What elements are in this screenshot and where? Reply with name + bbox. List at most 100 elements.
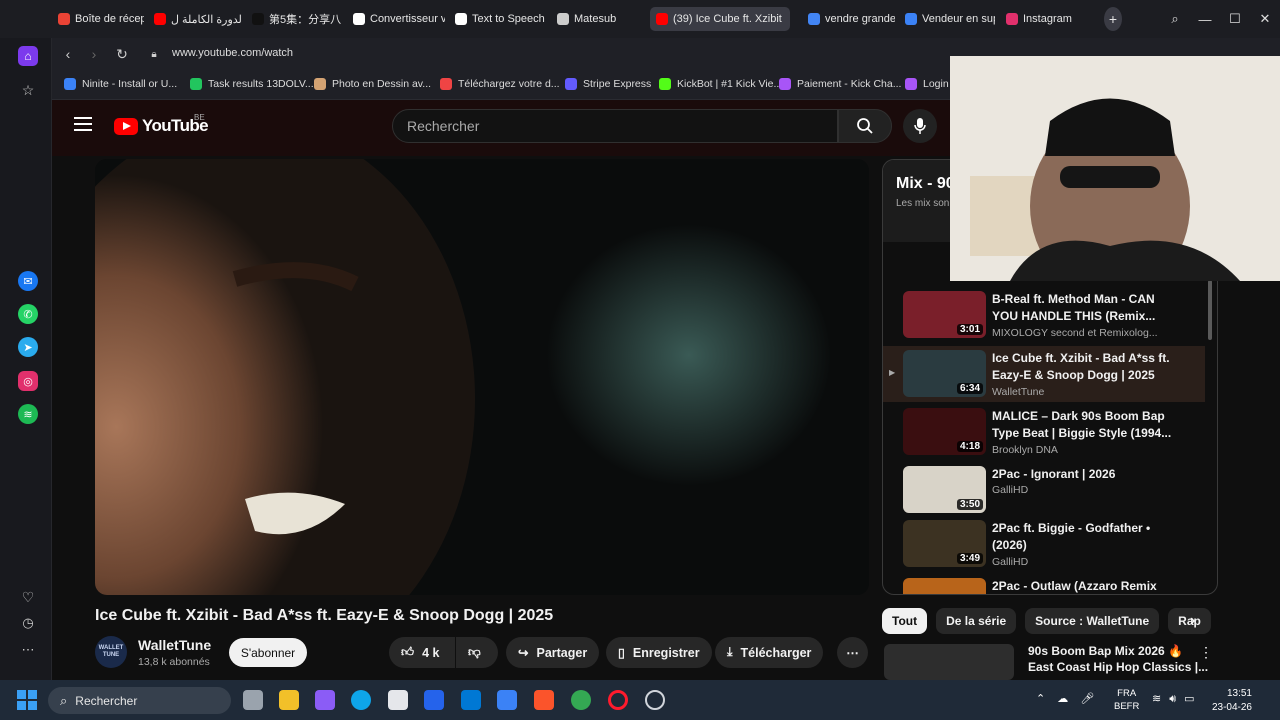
channel-avatar[interactable]: WALLET TUNE xyxy=(95,636,127,668)
browser-tab[interactable]: الدورة الكاملة ل xyxy=(148,7,242,31)
instagram-icon[interactable]: ◎ xyxy=(18,371,38,391)
bookmark-item[interactable]: KickBot | #1 Kick Vie... xyxy=(659,78,782,90)
bookmark-favicon-icon xyxy=(779,78,791,90)
bookmark-item[interactable]: Stripe Express xyxy=(565,78,651,90)
thumbs-down-icon: 👎︎ xyxy=(468,645,481,659)
playlist-item[interactable]: 2Pac - Outlaw (Azzaro Remix xyxy=(883,574,1205,594)
save-label: Enregistrer xyxy=(632,645,700,660)
dislike-button[interactable]: 👎︎ xyxy=(456,637,498,668)
chrome-icon[interactable] xyxy=(571,690,591,710)
opera-icon[interactable] xyxy=(608,690,628,710)
tab-label: 第5集：分享八 xyxy=(269,14,342,26)
input-language[interactable]: FRA BEFR xyxy=(1114,687,1139,713)
video-player[interactable] xyxy=(95,159,869,595)
filter-chip[interactable]: Source : WalletTune xyxy=(1025,608,1160,634)
todo-icon[interactable] xyxy=(497,690,517,710)
opera-gx-icon[interactable] xyxy=(645,690,665,710)
window-controls: ⌕ — ☐ ✕ xyxy=(1160,0,1280,38)
browser-tab[interactable]: vendre grande s xyxy=(802,7,895,31)
more-icon[interactable]: ⋯ xyxy=(18,640,38,660)
bookmark-icon: ▯ xyxy=(618,646,625,660)
whatsapp-icon[interactable]: ✆ xyxy=(18,304,38,324)
copilot-icon[interactable] xyxy=(315,690,335,710)
browser-tab[interactable]: 第5集：分享八 xyxy=(246,7,344,31)
chips-next-icon[interactable]: › xyxy=(1190,612,1195,630)
playlist-scrollbar[interactable] xyxy=(1208,280,1212,340)
playlist-item[interactable]: 4:18 MALICE – Dark 90s Boom Bap Type Beat… xyxy=(883,404,1205,460)
save-button[interactable]: ▯ Enregistrer xyxy=(606,637,712,668)
search-tabs-icon[interactable]: ⌕ xyxy=(1160,0,1190,38)
share-button[interactable]: ↪ Partager xyxy=(506,637,600,668)
bookmark-item[interactable]: Photo en Dessin av... xyxy=(314,78,431,90)
bookmark-item[interactable]: Téléchargez votre d... xyxy=(440,78,560,90)
home-icon[interactable]: ⌂ xyxy=(18,46,38,66)
playlist-item-channel: Brooklyn DNA xyxy=(992,444,1058,456)
more-vertical-icon[interactable]: ⋮ xyxy=(1199,644,1213,661)
close-icon[interactable]: ✕ xyxy=(1250,0,1280,38)
browser-tab[interactable]: Boîte de récepti xyxy=(52,7,144,31)
maximize-icon[interactable]: ☐ xyxy=(1220,0,1250,38)
outlook-icon[interactable] xyxy=(461,690,481,710)
file-explorer-icon[interactable] xyxy=(279,690,299,710)
playlist-item[interactable]: 3:01 B-Real ft. Method Man - CAN YOU HAND… xyxy=(883,287,1205,343)
webcam-person xyxy=(950,56,1280,281)
editor-icon[interactable] xyxy=(424,690,444,710)
taskbar-search[interactable]: ⌕ Rechercher xyxy=(48,687,231,714)
spotify-icon[interactable]: ≋ xyxy=(18,404,38,424)
browser-tab[interactable]: Vendeur en sup xyxy=(899,7,995,31)
subscriber-count: 13,8 k abonnés xyxy=(138,656,210,668)
brave-icon[interactable] xyxy=(534,690,554,710)
reload-icon[interactable]: ↻ xyxy=(114,46,130,62)
subscribe-button[interactable]: S'abonner xyxy=(229,638,307,667)
messenger-icon[interactable]: ✉ xyxy=(18,271,38,291)
browser-tab[interactable]: Instagram xyxy=(1000,7,1080,31)
filter-chip[interactable]: Tout xyxy=(882,608,928,634)
tab-label: vendre grande s xyxy=(825,13,895,25)
star-icon[interactable]: ☆ xyxy=(18,80,38,100)
next-recommendation[interactable]: 90s Boom Bap Mix 2026 🔥 East Coast Hip H… xyxy=(884,642,1219,680)
webcam-overlay xyxy=(950,56,1280,281)
history-icon[interactable]: ◷ xyxy=(18,613,38,633)
playlist-item[interactable]: ▶ 6:34 Ice Cube ft. Xzibit - Bad A*ss ft. … xyxy=(883,346,1205,402)
taskbar-search-label: Rechercher xyxy=(75,693,138,708)
browser-tab[interactable]: Text to Speech | xyxy=(449,7,547,31)
windows-start-icon[interactable] xyxy=(17,690,37,710)
task-view-icon[interactable] xyxy=(243,690,263,710)
telegram-icon[interactable]: ➤ xyxy=(18,337,38,357)
voice-search-button[interactable] xyxy=(903,109,937,143)
browser-tab[interactable]: (39) Ice Cube ft. Xzibit xyxy=(650,7,790,31)
forward-icon[interactable]: › xyxy=(86,46,102,62)
bookmark-label: Ninite - Install or U... xyxy=(82,78,178,90)
search-icon xyxy=(857,118,873,134)
back-icon[interactable]: ‹ xyxy=(60,46,76,62)
tab-label: Boîte de récepti xyxy=(75,13,144,25)
clock-time: 13:51 xyxy=(1226,688,1252,699)
bookmark-item[interactable]: Login xyxy=(905,78,949,90)
store-icon[interactable] xyxy=(388,690,408,710)
bookmark-item[interactable]: Ninite - Install or U... xyxy=(64,78,177,90)
channel-name[interactable]: WalletTune xyxy=(138,637,211,653)
more-actions-button[interactable]: ⋯ xyxy=(837,637,868,668)
video-title: Ice Cube ft. Xzibit - Bad A*ss ft. Eazy-… xyxy=(95,607,554,624)
search-button[interactable] xyxy=(838,109,892,143)
like-button[interactable]: 👍︎ 4 k xyxy=(389,637,455,668)
share-label: Partager xyxy=(536,645,588,660)
playlist-item[interactable]: 3:50 2Pac - Ignorant | 2026 GalliHD xyxy=(883,462,1205,518)
download-button[interactable]: ⤓ Télécharger xyxy=(715,637,824,668)
filter-chip[interactable]: De la série xyxy=(936,608,1017,634)
new-tab-button[interactable]: + xyxy=(1104,7,1122,31)
bookmark-item[interactable]: Paiement - Kick Cha... xyxy=(779,78,901,90)
like-count: 4 k xyxy=(422,645,440,660)
network-volume-battery-icons[interactable]: ≋🔊︎▭ xyxy=(1152,692,1203,706)
heart-icon[interactable]: ♡ xyxy=(18,587,38,607)
url-field[interactable]: www.youtube.com/watch xyxy=(172,47,293,59)
browser-tab[interactable]: Convertisseur vi xyxy=(347,7,445,31)
system-clock[interactable]: 13:51 23-04-26 xyxy=(1212,687,1252,715)
minimize-icon[interactable]: — xyxy=(1190,0,1220,38)
edge-icon[interactable] xyxy=(351,690,371,710)
playlist-item[interactable]: 3:49 2Pac ft. Biggie - Godfather • (2026)… xyxy=(883,516,1205,572)
browser-tab[interactable]: Matesub xyxy=(551,7,646,31)
bookmark-item[interactable]: Task results 13DOLV... xyxy=(190,78,314,90)
search-input[interactable]: Rechercher xyxy=(392,109,838,143)
menu-icon[interactable] xyxy=(74,117,92,131)
